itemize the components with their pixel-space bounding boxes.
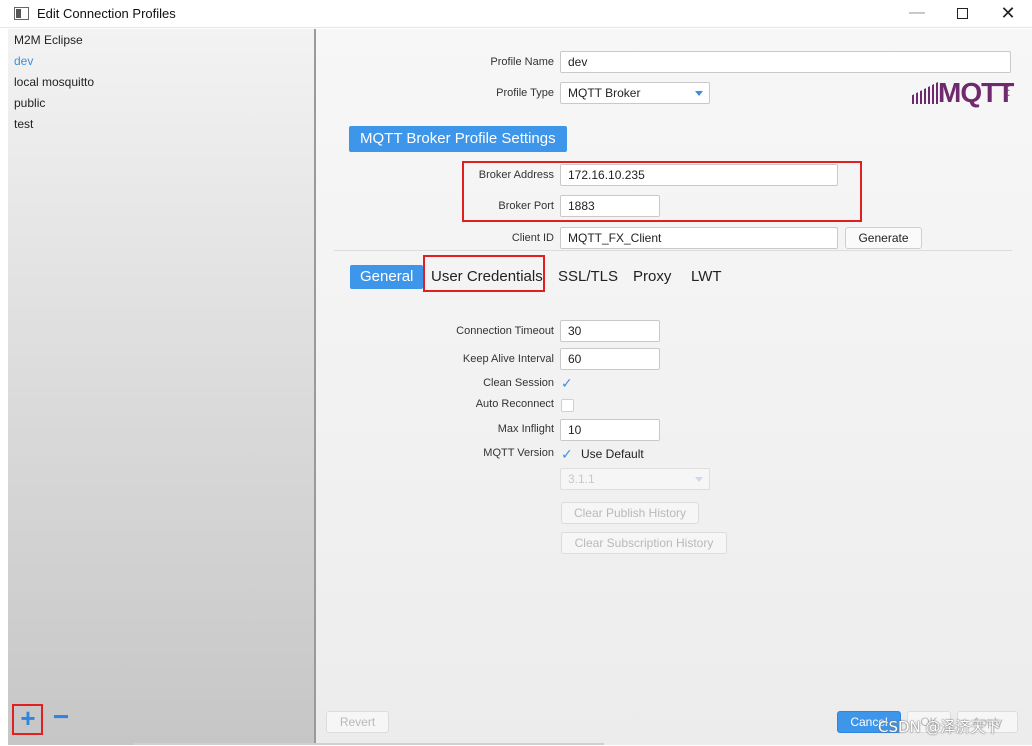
clean-session-checkbox[interactable]: ✓ [561,376,573,390]
client-id-label: Client ID [511,232,554,244]
chevron-down-icon [695,91,703,96]
chevron-down-icon [695,477,703,482]
clear-publish-history-button: Clear Publish History [561,502,699,524]
maximize-button[interactable] [940,0,984,28]
profile-name-input[interactable]: dev [560,51,1011,73]
watermark: CSDN @泽济天下 [878,718,1001,736]
profile-type-select[interactable]: MQTT Broker [560,82,710,104]
profile-item-public[interactable]: public [14,96,45,110]
tab-proxy[interactable]: Proxy [633,265,671,289]
app-icon [14,7,29,20]
mqtt-version-value: 3.1.1 [568,472,595,486]
close-button[interactable]: ✕ [986,0,1030,28]
keep-alive-input[interactable]: 60 [560,348,660,370]
connection-timeout-label: Connection Timeout [456,325,554,337]
profile-item-m2m-eclipse[interactable]: M2M Eclipse [14,33,83,47]
profile-list: M2M Eclipse dev local mosquitto public t… [8,29,314,745]
clear-subscription-history-button: Clear Subscription History [561,532,727,554]
generate-button[interactable]: Generate [845,227,922,249]
auto-reconnect-checkbox[interactable] [561,399,574,412]
mqtt-version-label: MQTT Version [483,447,554,459]
mqtt-logo: MQTT 3.1.1 [912,77,1014,108]
title-bar: Edit Connection Profiles — ✕ [0,0,1032,28]
keep-alive-label: Keep Alive Interval [462,353,554,365]
mqtt-logo-bars-icon [912,82,938,104]
profile-editor: Profile Name dev Profile Type MQTT Broke… [316,29,1032,745]
max-inflight-input[interactable]: 10 [560,419,660,441]
separator [334,250,1012,251]
client-id-input[interactable]: MQTT_FX_Client [560,227,838,249]
profile-type-value: MQTT Broker [568,86,641,100]
profile-item-dev[interactable]: dev [14,54,33,68]
revert-button: Revert [326,711,389,733]
use-default-checkbox[interactable]: ✓ [561,447,573,461]
clean-session-label: Clean Session [483,377,554,389]
highlight-box [12,704,43,735]
tab-ssl-tls[interactable]: SSL/TLS [558,265,618,289]
broker-settings-header: MQTT Broker Profile Settings [349,126,567,152]
remove-profile-button[interactable]: − [50,703,72,734]
auto-reconnect-label: Auto Reconnect [475,398,554,410]
mqtt-version-select: 3.1.1 [560,468,710,490]
divider [134,743,604,745]
tab-general[interactable]: General [350,265,424,289]
profile-item-local-mosquitto[interactable]: local mosquitto [14,75,94,89]
profile-name-label: Profile Name [490,56,554,68]
minimize-button[interactable]: — [895,0,939,28]
profile-item-test[interactable]: test [14,117,33,131]
use-default-label: Use Default [581,447,644,461]
maximize-icon [956,8,968,19]
connection-timeout-input[interactable]: 30 [560,320,660,342]
window-title: Edit Connection Profiles [37,6,176,21]
mqtt-logo-version: 3.1.1 [1003,84,1009,98]
profile-type-label: Profile Type [496,87,554,99]
highlight-box [423,255,545,292]
max-inflight-label: Max Inflight [497,423,554,435]
highlight-box [462,161,862,222]
tab-lwt[interactable]: LWT [691,265,722,289]
